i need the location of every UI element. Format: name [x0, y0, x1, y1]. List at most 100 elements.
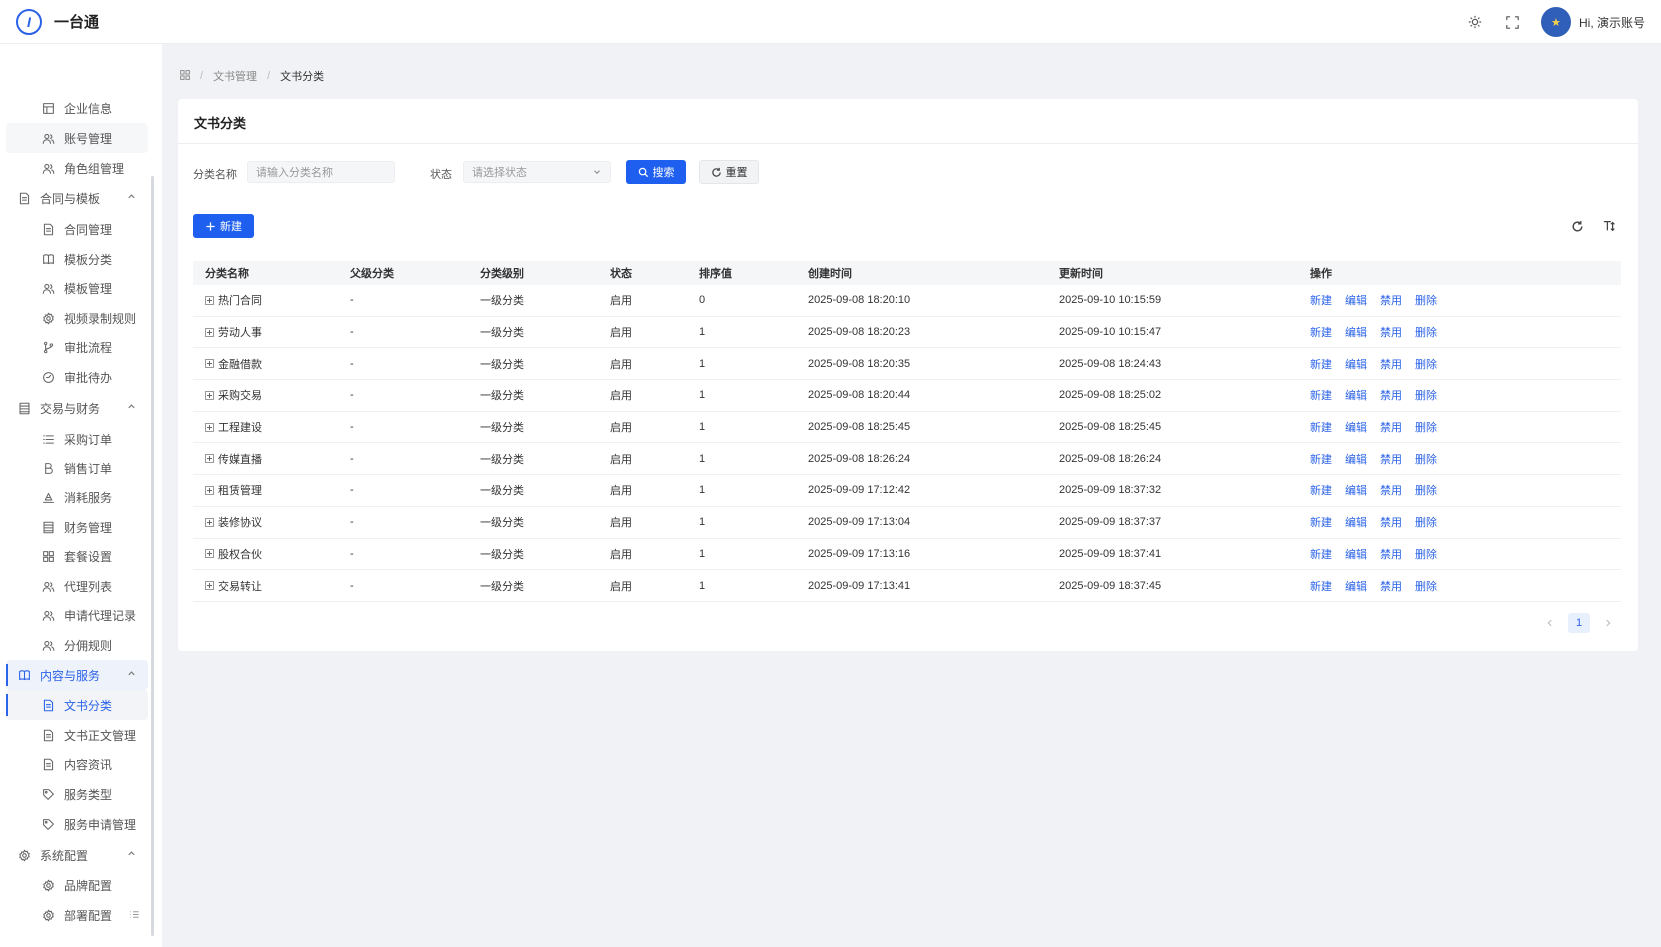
- sidebar-item[interactable]: 销售订单: [6, 453, 148, 483]
- sidebar-item[interactable]: 审批流程: [6, 332, 148, 362]
- row-delete-button[interactable]: 删除: [1415, 324, 1437, 340]
- sidebar-group[interactable]: 系统配置: [6, 840, 148, 870]
- sidebar-scrollbar[interactable]: [151, 176, 154, 936]
- chevron-up-icon[interactable]: [126, 668, 138, 680]
- sidebar-item[interactable]: 服务类型: [6, 779, 148, 809]
- chevron-up-icon[interactable]: [126, 848, 138, 860]
- row-delete-button[interactable]: 删除: [1415, 419, 1437, 435]
- sidebar-item[interactable]: 审批待办: [6, 362, 148, 392]
- chevron-up-icon[interactable]: [126, 191, 138, 203]
- sidebar-group[interactable]: 交易与财务: [6, 393, 148, 423]
- row-delete-button[interactable]: 删除: [1415, 514, 1437, 530]
- page-number[interactable]: 1: [1568, 613, 1590, 633]
- row-delete-button[interactable]: 删除: [1415, 292, 1437, 308]
- row-disable-button[interactable]: 禁用: [1380, 482, 1402, 498]
- row-add-button[interactable]: 新建: [1310, 451, 1332, 467]
- row-disable-button[interactable]: 禁用: [1380, 419, 1402, 435]
- avatar[interactable]: ★: [1540, 7, 1571, 37]
- column-height-icon[interactable]: [1602, 218, 1618, 234]
- expand-icon[interactable]: [205, 359, 214, 369]
- breadcrumb-parent[interactable]: 文书管理: [213, 68, 257, 84]
- row-edit-button[interactable]: 编辑: [1345, 324, 1367, 340]
- row-edit-button[interactable]: 编辑: [1345, 514, 1367, 530]
- sidebar-item[interactable]: 模板分类: [6, 244, 148, 274]
- sidebar-item[interactable]: 品牌配置: [6, 870, 148, 900]
- row-add-button[interactable]: 新建: [1310, 546, 1332, 562]
- row-delete-button[interactable]: 删除: [1415, 356, 1437, 372]
- sidebar-item[interactable]: 视频录制规则: [6, 303, 148, 333]
- sidebar-item[interactable]: 申请代理记录: [6, 600, 148, 630]
- row-delete-button[interactable]: 删除: [1415, 451, 1437, 467]
- row-add-button[interactable]: 新建: [1310, 482, 1332, 498]
- sidebar-item[interactable]: 角色组管理: [6, 153, 148, 183]
- row-add-button[interactable]: 新建: [1310, 324, 1332, 340]
- expand-icon[interactable]: [205, 327, 214, 337]
- reset-button[interactable]: 重置: [699, 160, 759, 184]
- row-add-button[interactable]: 新建: [1310, 356, 1332, 372]
- fullscreen-icon[interactable]: [1503, 12, 1523, 32]
- sidebar-item[interactable]: 内容资讯: [6, 749, 148, 779]
- row-edit-button[interactable]: 编辑: [1345, 578, 1367, 594]
- sidebar-item[interactable]: 消耗服务: [6, 482, 148, 512]
- next-page-icon[interactable]: [1598, 613, 1618, 633]
- row-edit-button[interactable]: 编辑: [1345, 451, 1367, 467]
- grid-icon[interactable]: [180, 69, 190, 83]
- expand-icon[interactable]: [205, 295, 214, 305]
- row-disable-button[interactable]: 禁用: [1380, 578, 1402, 594]
- row-edit-button[interactable]: 编辑: [1345, 292, 1367, 308]
- sidebar-item[interactable]: 财务管理: [6, 512, 148, 542]
- row-add-button[interactable]: 新建: [1310, 387, 1332, 403]
- chevron-up-icon[interactable]: [126, 401, 138, 413]
- sidebar-item[interactable]: 企业信息: [6, 93, 148, 123]
- expand-icon[interactable]: [205, 485, 214, 495]
- sun-icon[interactable]: [1465, 12, 1485, 32]
- sidebar-item[interactable]: 部署配置: [6, 900, 148, 930]
- row-delete-button[interactable]: 删除: [1415, 387, 1437, 403]
- row-disable-button[interactable]: 禁用: [1380, 387, 1402, 403]
- sidebar-item[interactable]: 合同管理: [6, 214, 148, 244]
- sidebar-item[interactable]: 模板管理: [6, 273, 148, 303]
- row-delete-button[interactable]: 删除: [1415, 482, 1437, 498]
- row-delete-button[interactable]: 删除: [1415, 546, 1437, 562]
- search-button[interactable]: 搜索: [626, 160, 686, 184]
- row-disable-button[interactable]: 禁用: [1380, 292, 1402, 308]
- row-disable-button[interactable]: 禁用: [1380, 324, 1402, 340]
- add-button[interactable]: 新建: [193, 214, 254, 238]
- collapse-menu-icon[interactable]: [126, 906, 142, 922]
- row-add-button[interactable]: 新建: [1310, 419, 1332, 435]
- refresh-icon[interactable]: [1569, 218, 1585, 234]
- app-logo[interactable]: I: [16, 8, 42, 35]
- user-greeting[interactable]: Hi, 演示账号: [1579, 14, 1645, 31]
- sidebar-item[interactable]: 代理列表: [6, 571, 148, 601]
- sidebar-group[interactable]: 合同与模板: [6, 183, 148, 213]
- sidebar-item[interactable]: 采购订单: [6, 424, 148, 454]
- expand-icon[interactable]: [205, 390, 214, 400]
- sidebar-item[interactable]: 账号管理: [6, 123, 148, 153]
- row-edit-button[interactable]: 编辑: [1345, 419, 1367, 435]
- expand-icon[interactable]: [205, 581, 214, 591]
- row-add-button[interactable]: 新建: [1310, 292, 1332, 308]
- expand-icon[interactable]: [205, 549, 214, 559]
- name-filter-input[interactable]: 请输入分类名称: [247, 161, 395, 183]
- prev-page-icon[interactable]: [1540, 613, 1560, 633]
- sidebar-item[interactable]: 文书正文管理: [6, 720, 148, 750]
- row-edit-button[interactable]: 编辑: [1345, 482, 1367, 498]
- row-edit-button[interactable]: 编辑: [1345, 546, 1367, 562]
- expand-icon[interactable]: [205, 517, 214, 527]
- row-edit-button[interactable]: 编辑: [1345, 387, 1367, 403]
- row-disable-button[interactable]: 禁用: [1380, 356, 1402, 372]
- expand-icon[interactable]: [205, 422, 214, 432]
- row-disable-button[interactable]: 禁用: [1380, 546, 1402, 562]
- row-delete-button[interactable]: 删除: [1415, 578, 1437, 594]
- row-disable-button[interactable]: 禁用: [1380, 514, 1402, 530]
- sidebar-group[interactable]: 内容与服务: [6, 660, 148, 690]
- sidebar-item[interactable]: 套餐设置: [6, 541, 148, 571]
- status-select[interactable]: 请选择状态: [463, 161, 611, 183]
- sidebar-item[interactable]: 服务申请管理: [6, 809, 148, 839]
- sidebar-item[interactable]: 文书分类: [6, 690, 148, 720]
- row-add-button[interactable]: 新建: [1310, 514, 1332, 530]
- expand-icon[interactable]: [205, 454, 214, 464]
- sidebar-item[interactable]: 分佣规则: [6, 630, 148, 660]
- row-edit-button[interactable]: 编辑: [1345, 356, 1367, 372]
- row-add-button[interactable]: 新建: [1310, 578, 1332, 594]
